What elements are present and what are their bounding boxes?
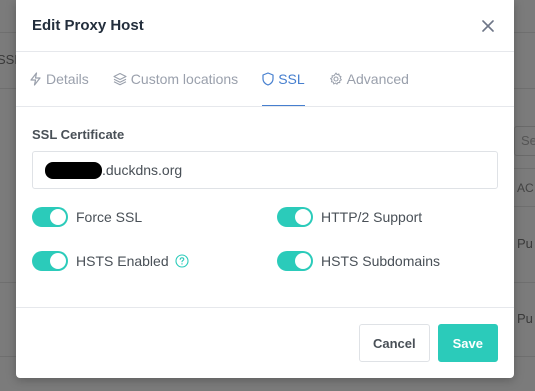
cancel-button[interactable]: Cancel: [358, 324, 430, 362]
bg-text-search: Se: [521, 133, 535, 148]
ssl-certificate-value: .duckdns.org: [102, 162, 183, 178]
save-button[interactable]: Save: [437, 324, 498, 362]
tab-ssl[interactable]: SSL: [262, 52, 305, 106]
hsts-subdomains-toggle[interactable]: [277, 251, 313, 271]
ssl-certificate-label: SSL Certificate: [32, 127, 125, 142]
http2-support-option: HTTP/2 Support: [277, 203, 498, 231]
hsts-enabled-option: HSTS Enabled: [32, 247, 277, 275]
force-ssl-label: Force SSL: [76, 209, 143, 225]
shield-icon: [262, 71, 274, 86]
edit-proxy-host-modal: Edit Proxy Host Details Custom locations: [16, 0, 514, 378]
tab-advanced[interactable]: Advanced: [329, 52, 409, 106]
bg-text-row-2: Pu: [517, 311, 533, 326]
hsts-enabled-toggle[interactable]: [32, 251, 68, 271]
tab-ssl-label: SSL: [278, 70, 305, 87]
modal-footer: Cancel Save: [16, 307, 514, 378]
hsts-subdomains-option: HSTS Subdomains: [277, 247, 498, 275]
tab-advanced-label: Advanced: [346, 70, 409, 87]
force-ssl-option: Force SSL: [32, 203, 277, 231]
tab-details-label: Details: [46, 70, 89, 87]
hsts-enabled-label: HSTS Enabled: [76, 253, 169, 269]
tab-custom-locations[interactable]: Custom locations: [113, 52, 238, 106]
http2-support-toggle[interactable]: [277, 207, 313, 227]
modal-header: Edit Proxy Host: [16, 0, 514, 52]
gear-icon: [329, 72, 342, 85]
ssl-tab-content: SSL Certificate .duckdns.org Force SSL H…: [16, 107, 514, 275]
bg-divider: [514, 168, 535, 169]
close-icon: [482, 19, 494, 32]
modal-title: Edit Proxy Host: [32, 17, 144, 34]
http2-support-label: HTTP/2 Support: [321, 209, 423, 225]
bg-divider: [514, 206, 535, 207]
bg-text-column: AC: [517, 181, 534, 195]
lightning-icon: [30, 71, 41, 86]
ssl-options: Force SSL HTTP/2 Support HSTS Enabled HS…: [32, 203, 498, 275]
tab-custom-locations-label: Custom locations: [130, 70, 239, 87]
layers-icon: [113, 72, 127, 85]
bg-text-row-1: Pu: [517, 236, 533, 251]
tab-bar: Details Custom locations SSL Advanced: [16, 52, 514, 107]
ssl-certificate-select[interactable]: .duckdns.org: [32, 151, 498, 189]
tab-details[interactable]: Details: [29, 52, 89, 106]
help-icon[interactable]: [175, 254, 189, 268]
hsts-subdomains-label: HSTS Subdomains: [321, 253, 441, 269]
redacted-domain: [45, 161, 102, 179]
force-ssl-toggle[interactable]: [32, 207, 68, 227]
close-button[interactable]: [478, 16, 498, 36]
